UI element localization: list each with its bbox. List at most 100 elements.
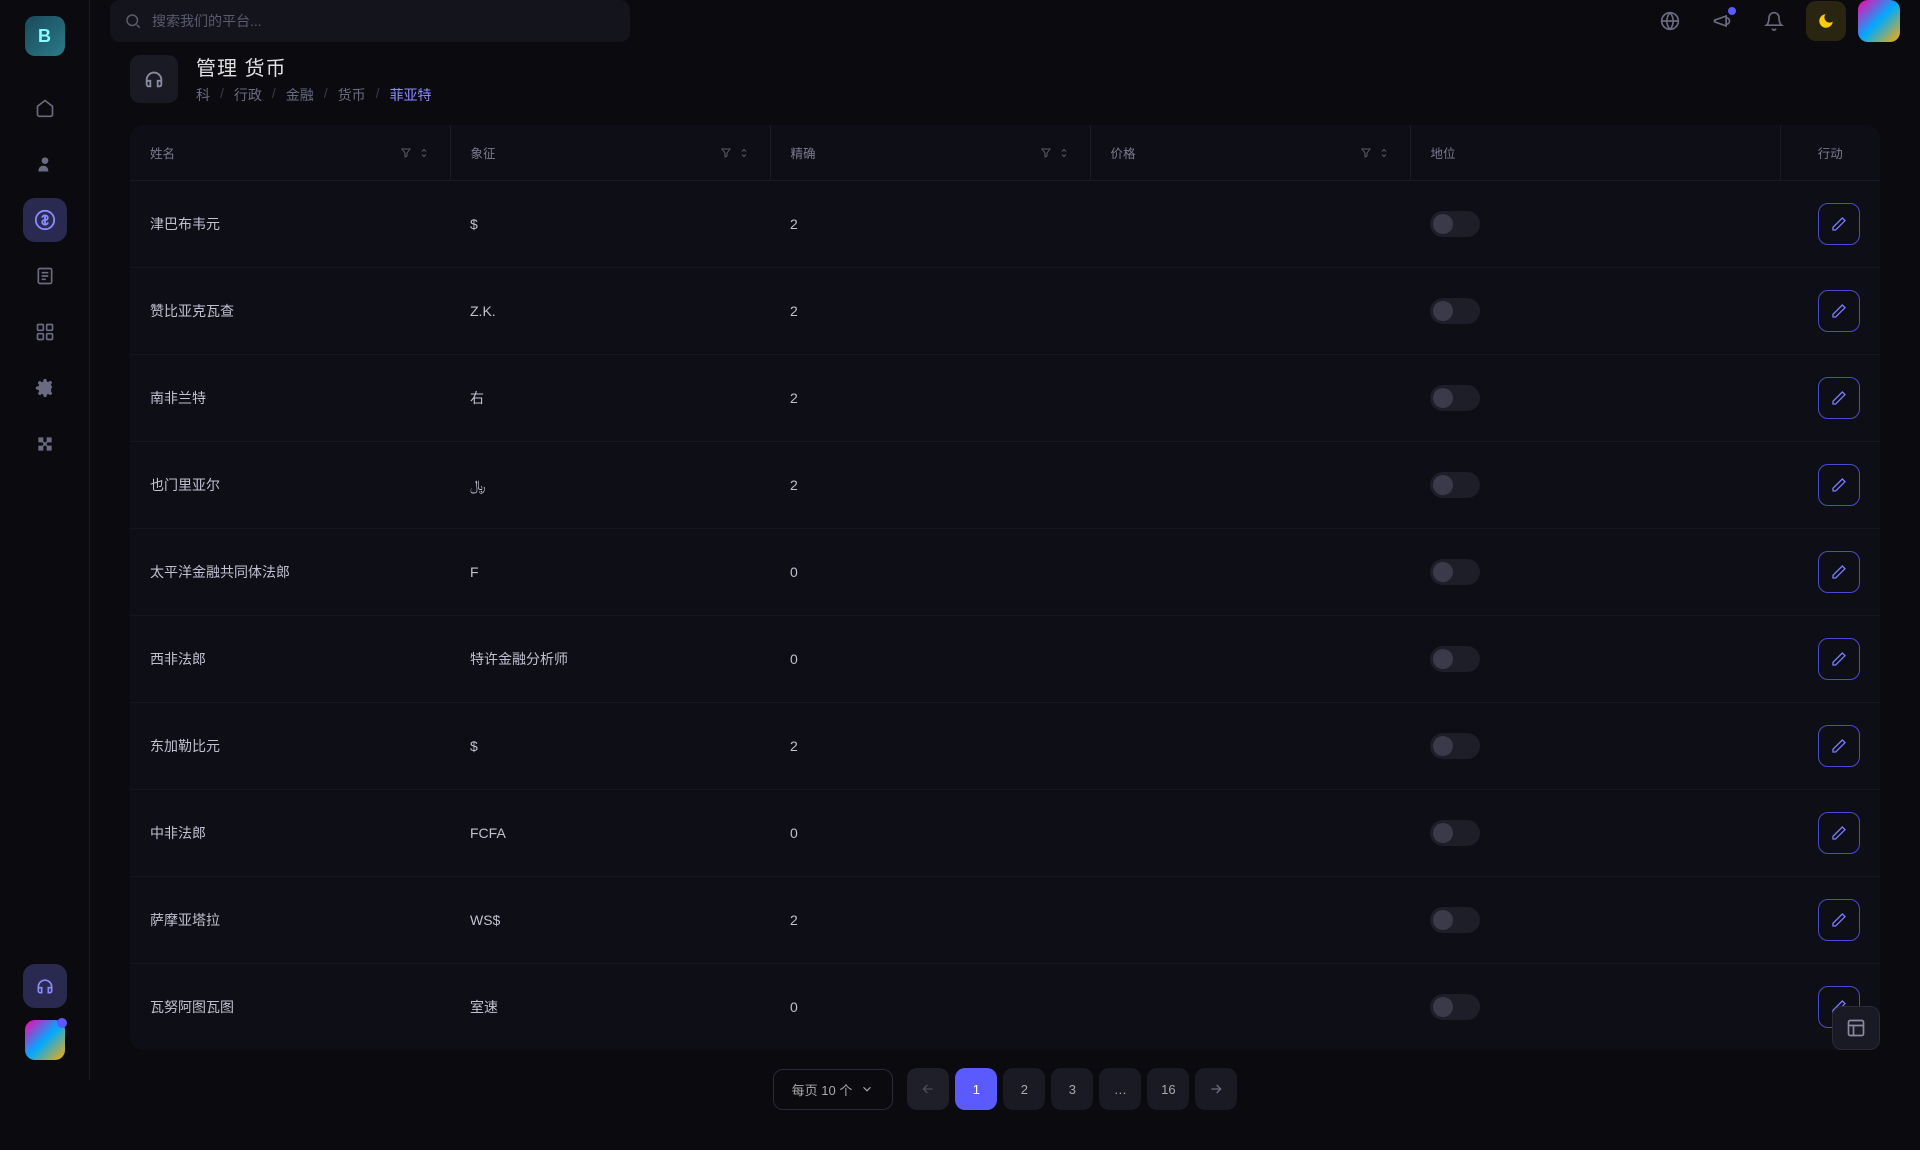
status-toggle[interactable]	[1430, 559, 1480, 585]
edit-button[interactable]	[1818, 290, 1860, 332]
filter-icon[interactable]	[1360, 147, 1372, 159]
edit-button[interactable]	[1818, 551, 1860, 593]
edit-button[interactable]	[1818, 638, 1860, 680]
chevron-down-icon	[860, 1082, 874, 1096]
breadcrumb-item[interactable]: 货币	[338, 85, 366, 105]
edit-button[interactable]	[1818, 464, 1860, 506]
filter-icon[interactable]	[400, 147, 412, 159]
sidebar-avatar[interactable]	[25, 1020, 65, 1060]
cell-price	[1090, 268, 1410, 355]
nav-finance[interactable]	[23, 198, 67, 242]
status-toggle[interactable]	[1430, 385, 1480, 411]
per-page-select[interactable]: 每页 10 个	[773, 1069, 894, 1110]
th-action: 行动	[1818, 147, 1843, 161]
cell-precision: 0	[770, 964, 1090, 1051]
nav-reports[interactable]	[23, 254, 67, 298]
status-toggle[interactable]	[1430, 733, 1480, 759]
edit-button[interactable]	[1818, 725, 1860, 767]
sort-icon[interactable]	[1378, 147, 1390, 159]
filter-icon[interactable]	[1040, 147, 1052, 159]
app-logo[interactable]: B	[25, 16, 65, 56]
cell-name: 萨摩亚塔拉	[130, 877, 450, 964]
cell-action	[1780, 703, 1880, 790]
breadcrumb-item[interactable]: 科	[196, 85, 210, 105]
user-avatar[interactable]	[1858, 0, 1900, 42]
search-input[interactable]	[152, 13, 616, 29]
breadcrumb-item[interactable]: 行政	[234, 85, 262, 105]
cell-symbol: ﷼	[450, 442, 770, 529]
cell-symbol: WS$	[450, 877, 770, 964]
status-toggle[interactable]	[1430, 907, 1480, 933]
edit-button[interactable]	[1818, 203, 1860, 245]
status-toggle[interactable]	[1430, 472, 1480, 498]
nav-settings[interactable]	[23, 366, 67, 410]
nav-users[interactable]	[23, 142, 67, 186]
pencil-icon	[1831, 564, 1847, 580]
pencil-icon	[1831, 651, 1847, 667]
dollar-circle-icon	[34, 209, 56, 231]
arrow-right-icon	[1208, 1081, 1224, 1097]
layout-toggle[interactable]	[1832, 1006, 1880, 1050]
table-row: 东加勒比元$2	[130, 703, 1880, 790]
page-1[interactable]: 1	[955, 1068, 997, 1110]
language-button[interactable]	[1650, 1, 1690, 41]
cell-name: 西非法郎	[130, 616, 450, 703]
cell-precision: 0	[770, 616, 1090, 703]
bell-icon	[1764, 11, 1784, 31]
table-row: 太平洋金融共同体法郎F0	[130, 529, 1880, 616]
status-toggle[interactable]	[1430, 211, 1480, 237]
globe-icon	[1660, 11, 1680, 31]
headset-icon	[35, 976, 55, 996]
cell-action	[1780, 442, 1880, 529]
cell-precision: 2	[770, 703, 1090, 790]
th-symbol: 象征	[471, 143, 496, 162]
cell-action	[1780, 268, 1880, 355]
cell-price	[1090, 442, 1410, 529]
page-16[interactable]: 16	[1147, 1068, 1189, 1110]
cell-precision: 2	[770, 442, 1090, 529]
status-toggle[interactable]	[1430, 820, 1480, 846]
cell-name: 瓦努阿图瓦图	[130, 964, 450, 1051]
gear-icon	[35, 378, 55, 398]
page-ellipsis: …	[1099, 1068, 1141, 1110]
sort-icon[interactable]	[418, 147, 430, 159]
sort-icon[interactable]	[1058, 147, 1070, 159]
page-title: 管理 货币	[196, 52, 432, 81]
table-row: 南非兰特右2	[130, 355, 1880, 442]
status-toggle[interactable]	[1430, 298, 1480, 324]
theme-toggle[interactable]	[1806, 1, 1846, 41]
cell-action	[1780, 355, 1880, 442]
search-box[interactable]	[110, 0, 630, 42]
arrow-left-icon	[920, 1081, 936, 1097]
cell-name: 赞比亚克瓦查	[130, 268, 450, 355]
edit-button[interactable]	[1818, 899, 1860, 941]
status-toggle[interactable]	[1430, 994, 1480, 1020]
page-3[interactable]: 3	[1051, 1068, 1093, 1110]
cell-name: 也门里亚尔	[130, 442, 450, 529]
announcements-button[interactable]	[1702, 1, 1742, 41]
cell-precision: 2	[770, 181, 1090, 268]
notifications-button[interactable]	[1754, 1, 1794, 41]
nav-apps[interactable]	[23, 310, 67, 354]
grid-icon	[35, 322, 55, 342]
nav-home[interactable]	[23, 86, 67, 130]
nav-support[interactable]	[23, 964, 67, 1008]
user-icon	[35, 154, 55, 174]
currency-table: 姓名 象征 精确 价格 地位 行动 津巴布韦元$2赞比亚克瓦查Z.K.2南非兰特…	[130, 125, 1880, 1050]
breadcrumb-item[interactable]: 金融	[286, 85, 314, 105]
edit-button[interactable]	[1818, 812, 1860, 854]
page-prev[interactable]	[907, 1068, 949, 1110]
headset-icon	[143, 68, 165, 90]
table-row: 也门里亚尔﷼2	[130, 442, 1880, 529]
pencil-icon	[1831, 216, 1847, 232]
cell-status	[1410, 964, 1780, 1051]
edit-button[interactable]	[1818, 377, 1860, 419]
cell-status	[1410, 703, 1780, 790]
page-2[interactable]: 2	[1003, 1068, 1045, 1110]
nav-extensions[interactable]	[23, 422, 67, 466]
status-toggle[interactable]	[1430, 646, 1480, 672]
sort-icon[interactable]	[738, 147, 750, 159]
page-next[interactable]	[1195, 1068, 1237, 1110]
cell-status	[1410, 442, 1780, 529]
filter-icon[interactable]	[720, 147, 732, 159]
